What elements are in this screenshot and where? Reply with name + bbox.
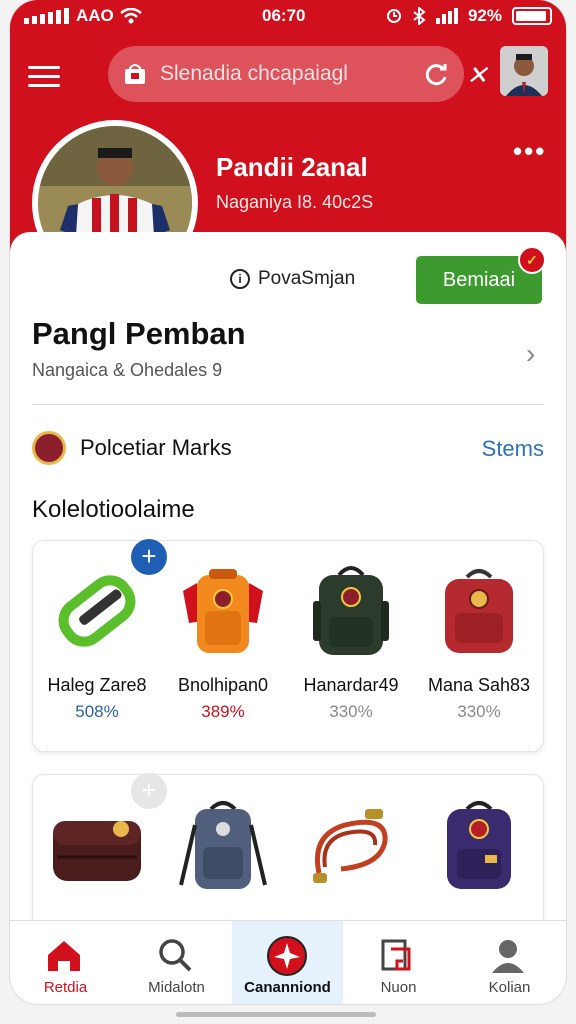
marks-emblem-icon (32, 431, 66, 465)
profile-subtitle: Naganiya I8. 40c2S (216, 192, 374, 212)
search-bar[interactable] (108, 46, 464, 102)
refresh-icon[interactable] (422, 60, 450, 88)
check-badge-icon: ✓ (518, 246, 546, 274)
cell-bars-icon (435, 8, 458, 24)
blue-backpack-icon (179, 801, 267, 889)
more-options-icon[interactable]: ••• (513, 136, 546, 167)
shop-bag-icon (122, 63, 148, 85)
search-input[interactable] (160, 62, 410, 86)
plane-icon (267, 936, 307, 976)
nav-item-home[interactable]: Retdia (10, 921, 121, 1004)
status-left: AAO (24, 6, 142, 26)
marks-row: Polcetiar Marks Stems (32, 428, 544, 468)
orange-backpack-icon (183, 569, 263, 653)
alarm-icon (386, 9, 401, 23)
collection-item[interactable]: Haleg Zare8 508% (35, 561, 159, 741)
green-carabiner-icon (58, 575, 136, 647)
handle-icon: i (230, 269, 250, 289)
user-handle[interactable]: i PovaSmjan (230, 268, 355, 290)
nav-label: Cananniond (244, 979, 331, 996)
menu-line (28, 84, 60, 87)
collection-card: + Haleg Zare8 508% Bnolhipan0 389% Hanar… (32, 539, 544, 752)
nav-item-logo[interactable]: Nuon (343, 921, 454, 1004)
content-panel: i PovaSmjan Bemiaai ✓ Pangl Pemban Nanga… (10, 232, 566, 954)
nav-label: Nuon (380, 979, 417, 996)
collection-title: Kolelotioolaime (32, 496, 195, 523)
item-name: Haleg Zare8 (47, 675, 147, 695)
wifi-icon (120, 8, 142, 24)
carrier-label: AAO (76, 6, 114, 25)
nav-label: Kolian (488, 979, 531, 996)
status-right: 92% (386, 6, 552, 26)
chevron-right-icon[interactable]: › (526, 338, 535, 370)
menu-line (28, 75, 60, 78)
item-percent: 389% (201, 702, 245, 721)
item-name: Hanardar49 (303, 675, 399, 695)
section-title: Pangl Pemban (32, 316, 246, 351)
dark-green-backpack-icon (313, 566, 389, 655)
battery-icon (512, 7, 552, 25)
status-bar: AAO 06:70 92% (10, 0, 566, 32)
maroon-case-icon (53, 821, 141, 881)
tool-icon[interactable]: ✕ (466, 60, 488, 91)
nav-label: Midalotn (148, 979, 205, 996)
bottom-nav: Retdia Midalotn Cananniond Nuon Kolian (10, 920, 566, 1004)
item-percent: 508% (75, 702, 119, 721)
collection-item[interactable]: Hanardar49 330% (289, 561, 413, 741)
profile-name: Pandii 2anal (216, 152, 368, 182)
item-percent: 330% (329, 702, 373, 721)
handle-text: PovaSmjan (258, 268, 356, 289)
battery-percent: 92% (467, 6, 502, 25)
purple-backpack-icon (447, 801, 511, 889)
marks-link[interactable]: Stems (482, 436, 544, 462)
phone-screen: AAO 06:70 92% Slenadia chcapaiagl ✕ Pand… (10, 0, 566, 1004)
menu-line (28, 66, 60, 69)
collection-item[interactable]: Mana Sah83 330% (417, 561, 541, 741)
home-indicator (176, 1012, 376, 1017)
header: AAO 06:70 92% Slenadia chcapaiagl ✕ Pand… (10, 0, 566, 286)
menu-button[interactable] (28, 66, 60, 90)
grid-logo-icon (381, 939, 411, 971)
rope-icon (313, 809, 388, 883)
user-avatar[interactable] (500, 46, 548, 96)
home-icon (48, 941, 80, 971)
status-time: 06:70 (262, 6, 306, 25)
search-icon (159, 939, 192, 972)
item-name: Mana Sah83 (427, 675, 531, 695)
nav-item-center[interactable]: Cananniond (232, 921, 343, 1004)
nav-item-profile[interactable]: Kolian (454, 921, 565, 1004)
marks-label: Polcetiar Marks (80, 435, 232, 460)
section-subtitle: Nangaica & Ohedales 9 (32, 360, 223, 380)
divider (32, 404, 544, 405)
nav-item-search[interactable]: Midalotn (121, 921, 232, 1004)
item-percent: 330% (457, 702, 501, 721)
bluetooth-icon (413, 7, 426, 25)
red-backpack-icon (445, 569, 513, 653)
signal-icon (24, 8, 69, 24)
collection-item[interactable]: Bnolhipan0 389% (161, 561, 285, 741)
profile-icon (492, 940, 524, 973)
item-name: Bnolhipan0 (177, 675, 269, 695)
nav-label: Retdia (43, 979, 88, 996)
